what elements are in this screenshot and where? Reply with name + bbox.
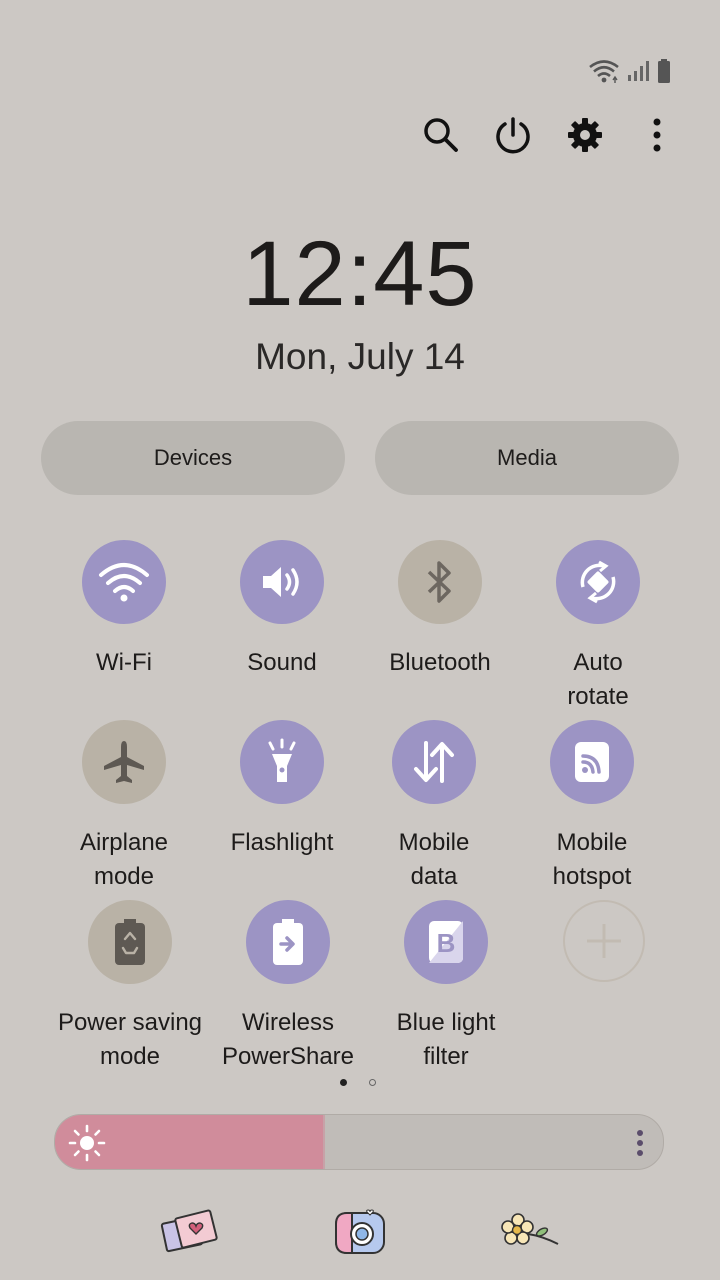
flashlight-icon — [268, 738, 296, 782]
tile-power-saving[interactable]: Power saving mode — [45, 900, 215, 1074]
wifi-icon — [589, 60, 619, 83]
tile-power-saving-label: Power saving mode — [57, 1009, 203, 1070]
clock-date[interactable]: Mon, July 14 — [0, 336, 720, 378]
tile-mobile-data-toggle[interactable] — [392, 720, 476, 804]
tile-wireless-powershare-label: Wireless PowerShare — [221, 1009, 355, 1070]
tile-add[interactable] — [519, 900, 689, 982]
tile-wifi-toggle[interactable] — [82, 540, 166, 624]
tile-blue-light-filter[interactable]: B Blue light filter — [361, 900, 531, 1074]
page-dot-active[interactable] — [340, 1079, 347, 1086]
dock — [0, 1200, 720, 1264]
add-tile-button[interactable] — [563, 900, 645, 982]
powershare-icon — [273, 919, 303, 965]
hotspot-icon — [575, 742, 609, 782]
volume-icon — [263, 567, 299, 597]
tile-wireless-powershare-toggle[interactable] — [246, 900, 330, 984]
battery-icon — [658, 59, 670, 83]
tile-mobile-hotspot-label: Mobile hotspot — [552, 829, 632, 890]
mobile-data-icon — [414, 741, 454, 783]
tile-bluetooth-toggle[interactable] — [398, 540, 482, 624]
clock-time[interactable]: 12:45 — [0, 222, 720, 327]
signal-icon — [628, 61, 649, 81]
tile-airplane-label: Airplane mode — [79, 829, 169, 890]
camera-sticker-icon — [335, 1209, 385, 1254]
search-button[interactable] — [418, 112, 464, 158]
media-button[interactable]: Media — [375, 421, 679, 495]
photo-sticker-icon — [160, 1209, 218, 1253]
tile-airplane[interactable]: Airplane mode — [39, 720, 209, 894]
tile-mobile-hotspot-toggle[interactable] — [550, 720, 634, 804]
brightness-sun-icon — [68, 1124, 106, 1162]
tile-flashlight-toggle[interactable] — [240, 720, 324, 804]
tile-wifi[interactable]: Wi-Fi — [39, 540, 209, 680]
tile-wifi-label: Wi-Fi — [96, 649, 152, 676]
brightness-more-icon[interactable] — [635, 1129, 645, 1157]
wifi-icon — [99, 563, 149, 602]
tile-mobile-data[interactable]: Mobile data — [349, 720, 519, 894]
tile-flashlight-label: Flashlight — [230, 829, 334, 856]
tile-mobile-hotspot[interactable]: Mobile hotspot — [507, 720, 677, 894]
power-button[interactable] — [490, 112, 536, 158]
tile-mobile-data-label: Mobile data — [398, 829, 470, 890]
tile-auto-rotate-label: Auto rotate — [567, 649, 629, 710]
tile-sound-label: Sound — [247, 649, 317, 676]
search-icon — [424, 118, 458, 152]
tile-auto-rotate-toggle[interactable] — [556, 540, 640, 624]
page-indicator — [340, 1079, 376, 1086]
flower-sticker-icon — [501, 1213, 559, 1245]
tile-auto-rotate[interactable]: Auto rotate — [513, 540, 683, 714]
power-icon — [496, 117, 530, 154]
tile-bluetooth-label: Bluetooth — [389, 649, 491, 676]
tile-flashlight[interactable]: Flashlight — [197, 720, 367, 860]
brightness-slider[interactable] — [54, 1114, 664, 1170]
devices-button[interactable]: Devices — [41, 421, 345, 495]
blue-light-icon: B — [429, 921, 463, 963]
more-options-button[interactable] — [634, 112, 680, 158]
rotate-icon — [580, 560, 616, 604]
svg-text:B: B — [437, 928, 456, 958]
camera-sticker-app[interactable] — [328, 1200, 392, 1264]
gear-icon — [568, 118, 602, 152]
settings-button[interactable] — [562, 112, 608, 158]
tile-blue-light-filter-label: Blue light filter — [396, 1009, 496, 1070]
photo-sticker-app[interactable] — [158, 1200, 222, 1264]
tile-power-saving-toggle[interactable] — [88, 900, 172, 984]
flower-sticker-app[interactable] — [498, 1200, 562, 1264]
plus-icon — [587, 924, 621, 958]
power-saving-icon — [115, 919, 145, 965]
airplane-icon — [104, 741, 144, 783]
tile-wireless-powershare[interactable]: Wireless PowerShare — [203, 900, 373, 1074]
bluetooth-icon — [427, 561, 451, 603]
tile-airplane-toggle[interactable] — [82, 720, 166, 804]
tile-sound-toggle[interactable] — [240, 540, 324, 624]
tile-sound[interactable]: Sound — [197, 540, 367, 680]
page-dot[interactable] — [369, 1079, 376, 1086]
tile-blue-light-filter-toggle[interactable]: B — [404, 900, 488, 984]
more-vertical-icon — [653, 118, 661, 152]
status-bar — [588, 58, 672, 84]
tile-bluetooth[interactable]: Bluetooth — [355, 540, 525, 680]
quick-panel-actions — [418, 112, 680, 158]
